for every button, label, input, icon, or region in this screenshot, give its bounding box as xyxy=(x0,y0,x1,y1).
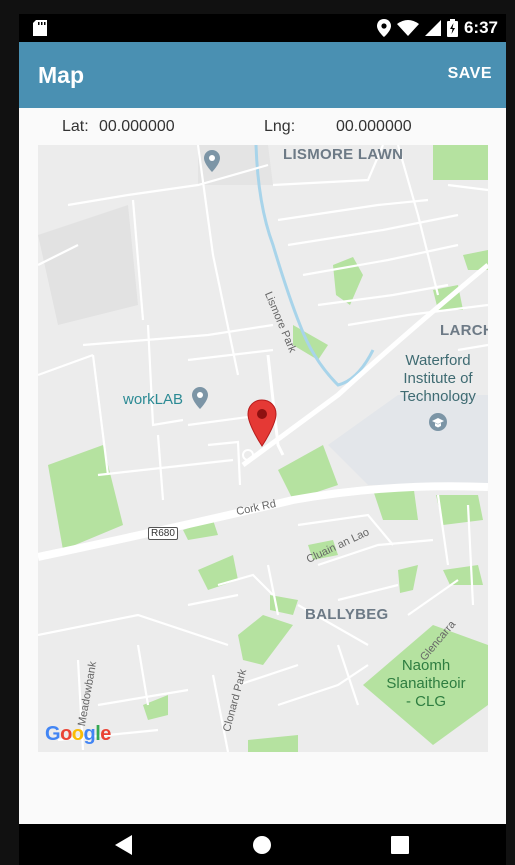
poi-pin-icon[interactable] xyxy=(204,150,220,172)
battery-icon xyxy=(446,19,458,37)
lng-label: Lng: xyxy=(264,118,296,135)
school-icon[interactable] xyxy=(429,413,447,431)
wit-label-line1: Waterford xyxy=(405,352,471,369)
google-logo: Google xyxy=(45,723,111,745)
recents-button[interactable] xyxy=(370,824,430,865)
park-label-line1: Naomh xyxy=(401,657,451,674)
map-label-ballybeg: BALLYBEG xyxy=(305,606,389,623)
map-label-larch: LARCH xyxy=(440,322,488,339)
map-label-waterford-institute: Waterford Institute of Technology xyxy=(393,352,483,406)
navigation-bar xyxy=(19,824,506,865)
back-button[interactable] xyxy=(94,824,154,865)
map-label-naomh-slanaitheoir: Naomh Slanaitheoir - CLG xyxy=(386,657,466,711)
lat-label: Lat: xyxy=(62,118,89,135)
location-marker-icon[interactable] xyxy=(247,399,277,447)
signal-icon xyxy=(424,20,441,36)
sd-card-icon xyxy=(33,20,47,36)
map-label-worklab: workLAB xyxy=(123,391,184,408)
save-button[interactable]: SAVE xyxy=(448,65,492,83)
lng-value: 00.000000 xyxy=(336,118,412,135)
lat-value: 00.000000 xyxy=(99,118,175,135)
app-bar: Map SAVE xyxy=(19,42,506,108)
status-bar: 6:37 xyxy=(19,14,506,42)
content-area: Lat: 00.000000 Lng: 00.000000 LISMORE LA… xyxy=(19,108,506,824)
map-label-lismore-lawn: LISMORE LAWN xyxy=(283,146,404,163)
recents-icon xyxy=(391,835,409,854)
wifi-icon xyxy=(396,20,419,36)
home-button[interactable] xyxy=(232,824,292,865)
device-frame: 6:37 Map SAVE Lat: 00.000000 Lng: 00.000… xyxy=(19,14,506,865)
road-shield-r680: R680 xyxy=(148,527,178,540)
map-view[interactable]: LISMORE LAWN LARCH Lismore Park Waterfor… xyxy=(38,145,488,752)
wit-label-line3: Technology xyxy=(400,388,476,405)
back-icon xyxy=(115,834,132,855)
worklab-pin-icon[interactable] xyxy=(192,387,208,409)
home-icon xyxy=(253,835,271,854)
wit-label-line2: Institute of xyxy=(403,370,473,387)
location-icon xyxy=(376,19,391,37)
page-title: Map xyxy=(38,62,84,88)
park-label-line2: Slanaitheoir xyxy=(386,675,466,692)
park-label-line3: - CLG xyxy=(405,693,446,710)
coordinates-row: Lat: 00.000000 Lng: 00.000000 xyxy=(19,108,506,144)
clock: 6:37 xyxy=(463,18,498,37)
